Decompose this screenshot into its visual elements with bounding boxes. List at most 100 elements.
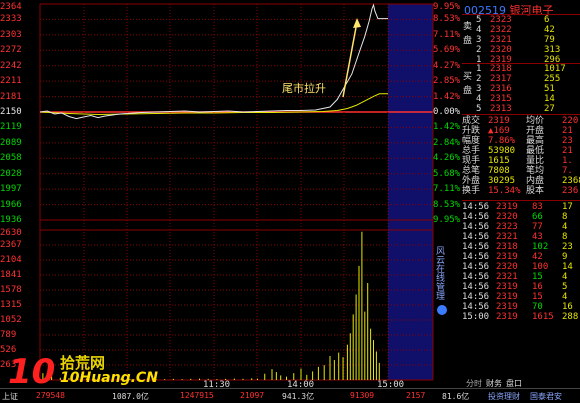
level: 3 [476,84,482,94]
watermark-logo: 10 拾荒网 10Huang.CN [8,352,158,392]
tick-row[interactable]: 15:00 2319 1615 288 [462,312,580,322]
tick-row[interactable]: 14:56 2321 43 8 [462,232,580,242]
time: 14:56 [462,252,490,262]
volume: 14 [544,94,555,104]
pct-tick-label: 7.11% [433,184,461,195]
time: 14:56 [462,232,490,242]
sell-level-row[interactable]: 5 2323 6 [462,15,580,25]
pct-tick-label: 7.11% [433,29,461,40]
panel-divider [462,114,580,115]
quote-row[interactable]: 升跌 ▲169 开盘 21 [462,126,580,136]
quote-row[interactable]: 总笔 7808 笔均 7. [462,166,580,176]
volume-tick-label: 2630 [0,228,22,238]
label2: 笔均 [526,166,545,176]
buy-level-row[interactable]: 2 2317 255 [462,74,580,84]
tick-row[interactable]: 14:56 2319 42 9 [462,252,580,262]
label2: 最低 [526,146,545,156]
tick-row[interactable]: 14:56 2323 77 4 [462,222,580,232]
logo-mark: 10 [8,352,56,392]
vol: 16 [532,282,543,292]
tick-row[interactable]: 14:56 2320 100 14 [462,262,580,272]
pct-tick-label: 9.95% [433,215,461,225]
value2: 220 [562,116,579,126]
price: 2319 [496,252,518,262]
price-tick-label: 2089 [0,137,22,148]
count: 23 [562,242,573,252]
vol: 66 [532,212,543,222]
side-circle-icon[interactable] [437,305,447,315]
price: 2323 [496,222,518,232]
count: 16 [562,302,573,312]
label2: 股本 [526,186,545,196]
tick-row[interactable]: 14:56 2319 83 17 [462,202,580,212]
label2: 开盘 [526,126,545,136]
pct-tick-label: 9.95% [433,2,461,12]
tick-row[interactable]: 14:56 2319 15 4 [462,292,580,302]
count: 4 [562,292,568,302]
quote-row[interactable]: 现手 1615 量比 1. [462,156,580,166]
volume-tick-label: 1315 [0,300,22,310]
time: 14:56 [462,302,490,312]
value: ▲169 [488,126,510,136]
panel-divider [462,14,580,15]
price: 2319 [496,202,518,212]
tick-row[interactable]: 14:56 2319 16 5 [462,282,580,292]
volume: 51 [544,84,555,94]
side-tab[interactable]: 风云在线管理 [436,248,450,302]
value2: 236 [562,186,579,196]
level: 5 [476,104,482,114]
pct-tick-label: 8.53% [433,199,461,210]
status-link-invest[interactable]: 投资理财 [488,391,520,402]
value: 7808 [488,166,510,176]
vol: 102 [532,242,549,252]
time: 14:56 [462,262,490,272]
vol: 15 [532,272,543,282]
label: 现手 [462,156,481,166]
tick-row[interactable]: 14:56 2320 66 8 [462,212,580,222]
value: 7.86% [488,136,516,146]
quote-row[interactable]: 外盘 30295 内盘 2368 [462,176,580,186]
sell-level-row[interactable]: 3 2321 79 [462,35,580,45]
label: 升跌 [462,126,481,136]
price-tick-label: 2272 [0,45,22,56]
buy-level-row[interactable]: 3 2316 51 [462,84,580,94]
buy-level-row[interactable]: 5 2313 27 [462,104,580,114]
level: 3 [476,35,482,45]
sell-level-row[interactable]: 2 2320 313 [462,45,580,55]
sell-label: 卖盘 [463,22,473,46]
time: 14:56 [462,212,490,222]
quote-row[interactable]: 总手 53980 最低 21 [462,146,580,156]
value2: 7. [562,166,573,176]
vol: 77 [532,222,543,232]
value2: 21 [562,146,573,156]
value: 30295 [488,176,516,186]
quote-row[interactable]: 换手 15.34% 股本 236 [462,186,580,196]
status-index[interactable]: 上证 [2,391,18,402]
volume-tick-label: 2367 [0,240,22,250]
volume-tick-label: 2104 [0,255,22,265]
pct-tick-label: 4.27% [433,60,461,71]
price: 2315 [490,94,512,104]
sell-level-row[interactable]: 4 2322 42 [462,25,580,35]
volume-tick-label: 1052 [0,315,22,325]
quote-row[interactable]: 幅度 7.86% 最高 23 [462,136,580,146]
status-link-broker[interactable]: 国泰君安 [530,391,562,402]
buy-level-row[interactable]: 4 2315 14 [462,94,580,104]
quote-row[interactable]: 成交 2319 均价 220 [462,116,580,126]
time: 14:56 [462,222,490,232]
label2: 均价 [526,116,545,126]
volume: 42 [544,25,555,35]
level: 2 [476,45,482,55]
vol: 15 [532,292,543,302]
tick-row[interactable]: 14:56 2319 70 16 [462,302,580,312]
price-tick-label: 2333 [0,14,22,25]
buy-level-row[interactable]: 1 2318 1017 [462,64,580,74]
tail-rise-annotation: 尾市拉升 [282,82,326,95]
price-tick-label: 2303 [0,29,22,40]
price-tick-label: 1966 [0,199,22,210]
quote-panel: 5 2323 6 4 2322 42 3 2321 79 2 2320 313 1 2319 296 卖盘 1 2… [462,0,580,385]
tick-row[interactable]: 14:56 2321 15 4 [462,272,580,282]
tick-row[interactable]: 14:56 2318 102 23 [462,242,580,252]
status-v2: 1087.0亿 [112,392,149,401]
pct-tick-label: 1.42% [433,91,461,102]
